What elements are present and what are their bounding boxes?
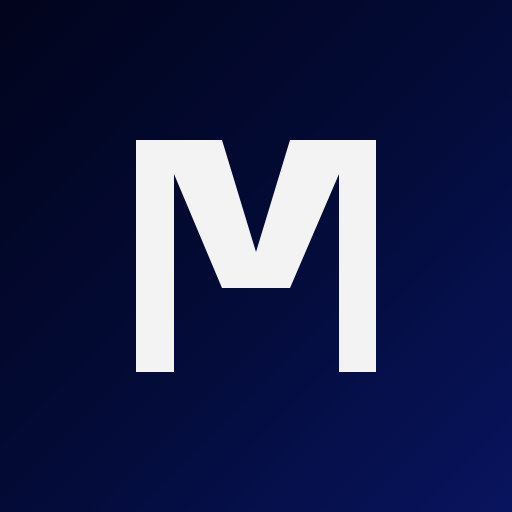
m-logo-icon <box>136 140 376 372</box>
m-logo-glyph <box>136 140 376 372</box>
app-icon <box>0 0 512 512</box>
